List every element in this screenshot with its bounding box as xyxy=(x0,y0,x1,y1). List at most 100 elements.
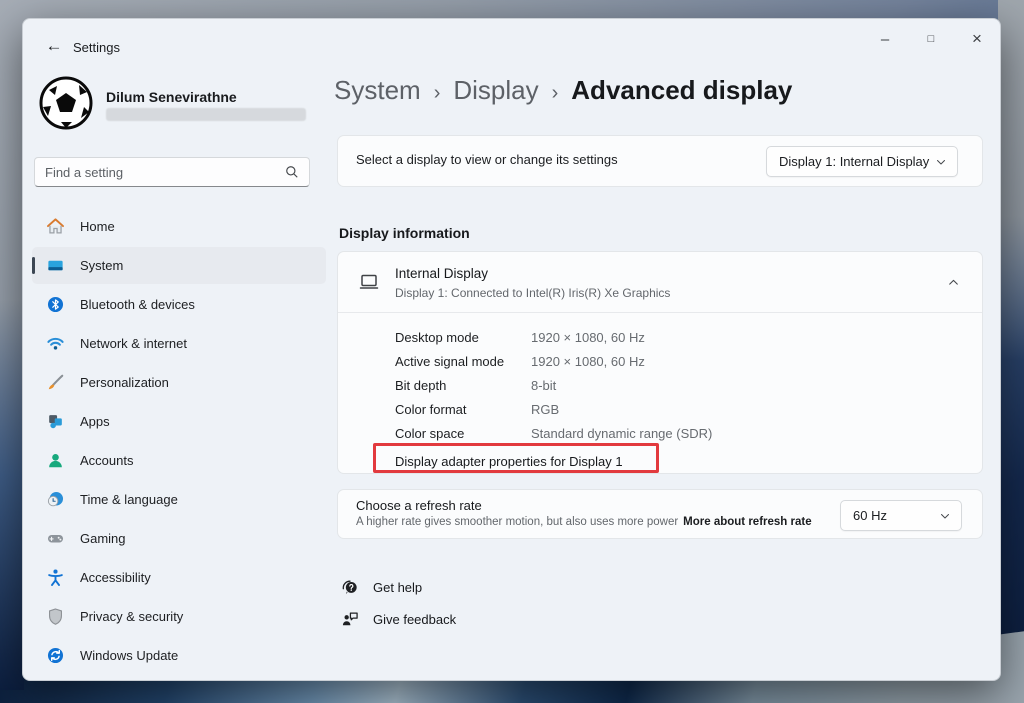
sidebar-item-accessibility[interactable]: Accessibility xyxy=(32,559,326,596)
search-icon xyxy=(285,165,299,179)
apps-icon xyxy=(45,412,65,432)
property-label: Bit depth xyxy=(395,378,531,393)
property-value: Standard dynamic range (SDR) xyxy=(531,426,712,441)
sidebar-item-privacy-security[interactable]: Privacy & security xyxy=(32,598,326,635)
sidebar-item-label: Accounts xyxy=(80,453,133,468)
sidebar: Home System Bluetooth & devices Network … xyxy=(32,208,326,674)
property-label: Active signal mode xyxy=(395,354,531,369)
sidebar-item-accounts[interactable]: Accounts xyxy=(32,442,326,479)
give-feedback-link[interactable]: Give feedback xyxy=(340,609,456,629)
refresh-rate-card: Choose a refresh rate A higher rate give… xyxy=(337,489,983,539)
window-title: Settings xyxy=(73,40,120,55)
back-button[interactable]: ← xyxy=(37,31,71,61)
breadcrumb-separator: › xyxy=(552,82,559,105)
give-feedback-label: Give feedback xyxy=(373,612,456,627)
property-label: Color format xyxy=(395,402,531,417)
breadcrumb: System › Display › Advanced display xyxy=(334,75,792,106)
property-row: Bit depth 8-bit xyxy=(395,373,712,397)
property-label: Color space xyxy=(395,426,531,441)
sidebar-item-label: Accessibility xyxy=(80,570,151,585)
sidebar-item-system[interactable]: System xyxy=(32,247,326,284)
select-display-card: Select a display to view or change its s… xyxy=(337,135,983,187)
sidebar-item-label: Windows Update xyxy=(80,648,178,663)
display-select-dropdown[interactable]: Display 1: Internal Display xyxy=(766,146,958,177)
sidebar-item-label: Time & language xyxy=(80,492,178,507)
display-adapter-properties-link[interactable]: Display adapter properties for Display 1 xyxy=(395,449,623,473)
back-arrow-icon: ← xyxy=(46,36,63,56)
sidebar-item-home[interactable]: Home xyxy=(32,208,326,245)
property-value: 8-bit xyxy=(531,378,556,393)
sidebar-item-windows-update[interactable]: Windows Update xyxy=(32,637,326,674)
property-value: 1920 × 1080, 60 Hz xyxy=(531,354,645,369)
wifi-icon xyxy=(45,334,65,354)
minimize-button[interactable]: – xyxy=(862,19,908,59)
sidebar-item-label: Gaming xyxy=(80,531,126,546)
brush-icon xyxy=(45,373,65,393)
refresh-rate-title: Choose a refresh rate xyxy=(356,498,482,513)
search-input[interactable] xyxy=(35,165,285,180)
wallpaper-ribbon xyxy=(0,300,24,690)
refresh-rate-subtitle-text: A higher rate gives smoother motion, but… xyxy=(356,516,678,528)
accessibility-person-icon xyxy=(45,568,65,588)
settings-window: ← Settings – □ × Dilum Senevirathne xyxy=(22,18,1001,681)
refresh-rate-value: 60 Hz xyxy=(853,508,887,523)
refresh-rate-dropdown[interactable]: 60 Hz xyxy=(840,500,962,531)
chevron-down-icon xyxy=(939,510,951,522)
property-row: Color format RGB xyxy=(395,397,712,421)
sidebar-item-label: System xyxy=(80,258,123,273)
breadcrumb-system[interactable]: System xyxy=(334,75,421,106)
property-value: 1920 × 1080, 60 Hz xyxy=(531,330,645,345)
account-email-redacted xyxy=(106,108,306,121)
shield-icon xyxy=(45,607,65,627)
sidebar-item-label: Network & internet xyxy=(80,336,187,351)
chevron-up-icon[interactable] xyxy=(947,276,960,294)
breadcrumb-separator: › xyxy=(434,82,441,105)
display-information-card: Internal Display Display 1: Connected to… xyxy=(337,251,983,474)
breadcrumb-display[interactable]: Display xyxy=(453,75,538,106)
display-information-heading: Display information xyxy=(339,225,470,241)
sidebar-item-label: Privacy & security xyxy=(80,609,183,624)
sidebar-item-gaming[interactable]: Gaming xyxy=(32,520,326,557)
clock-globe-icon xyxy=(45,490,65,510)
close-button[interactable]: × xyxy=(954,19,1000,59)
property-label: Desktop mode xyxy=(395,330,531,345)
search-box xyxy=(34,157,310,187)
device-title: Internal Display xyxy=(395,266,488,281)
laptop-display-icon xyxy=(357,270,381,299)
minimize-icon: – xyxy=(881,31,889,48)
maximize-icon: □ xyxy=(928,33,935,45)
sidebar-item-personalization[interactable]: Personalization xyxy=(32,364,326,401)
more-about-refresh-rate-link[interactable]: More about refresh rate xyxy=(683,516,811,528)
property-row: Color space Standard dynamic range (SDR) xyxy=(395,421,712,445)
page-title: Advanced display xyxy=(571,75,792,106)
sidebar-item-apps[interactable]: Apps xyxy=(32,403,326,440)
update-arrows-icon xyxy=(45,646,65,666)
close-icon: × xyxy=(972,29,982,49)
feedback-person-icon xyxy=(340,609,360,629)
property-row: Active signal mode 1920 × 1080, 60 Hz xyxy=(395,349,712,373)
avatar xyxy=(39,76,93,130)
person-icon xyxy=(45,451,65,471)
sidebar-item-label: Personalization xyxy=(80,375,169,390)
wallpaper-ribbon xyxy=(998,0,1024,360)
sidebar-item-bluetooth-devices[interactable]: Bluetooth & devices xyxy=(32,286,326,323)
refresh-rate-subtitle: A higher rate gives smoother motion, but… xyxy=(356,516,812,528)
get-help-link[interactable]: Get help xyxy=(340,577,422,597)
maximize-button[interactable]: □ xyxy=(908,19,954,59)
internal-display-expander[interactable]: Internal Display Display 1: Connected to… xyxy=(338,252,982,312)
sidebar-item-time-language[interactable]: Time & language xyxy=(32,481,326,518)
get-help-label: Get help xyxy=(373,580,422,595)
help-chat-icon xyxy=(340,577,360,597)
gamepad-icon xyxy=(45,529,65,549)
sidebar-item-label: Bluetooth & devices xyxy=(80,297,195,312)
selected-indicator xyxy=(32,257,35,274)
sidebar-item-label: Home xyxy=(80,219,115,234)
home-icon xyxy=(45,217,65,237)
bluetooth-icon xyxy=(45,295,65,315)
select-display-label: Select a display to view or change its s… xyxy=(356,152,618,167)
system-icon xyxy=(45,256,65,276)
sidebar-item-network-internet[interactable]: Network & internet xyxy=(32,325,326,362)
property-value: RGB xyxy=(531,402,559,417)
display-properties: Desktop mode 1920 × 1080, 60 Hz Active s… xyxy=(395,325,712,445)
account-name: Dilum Senevirathne xyxy=(106,89,237,105)
